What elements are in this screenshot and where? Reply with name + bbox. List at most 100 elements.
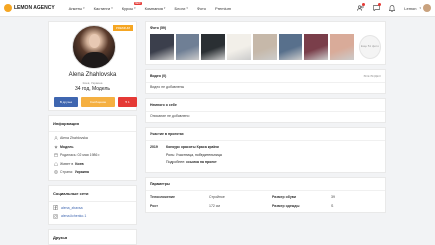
params-title: Параметры: [150, 181, 170, 186]
friends-title: Друзья: [49, 230, 136, 245]
social-link[interactable]: alena.lichenko.1: [61, 214, 86, 218]
menu-item-label: Premium: [215, 5, 232, 11]
social-row: alena_zbavsa: [49, 204, 136, 213]
menu-item[interactable]: Фото: [197, 6, 206, 11]
user-name: Lemon: [404, 5, 417, 11]
menu-item[interactable]: Блоги ▾: [174, 6, 187, 11]
user-menu[interactable]: Lemon ▾: [404, 4, 431, 12]
video-section: Видео (0) ВСЕ ВИДЕО Видео не добавлены: [145, 69, 386, 94]
user-avatar: [423, 4, 431, 12]
about-empty-text: Описание не добавлено: [146, 111, 385, 122]
photo-thumbnail[interactable]: [150, 34, 174, 60]
main-menu: Анкеты ▾ Кастинги ▾ Курсы ▾ NEW Компания ▾ Блоги ▾…: [69, 1, 231, 11]
param-value: 172 см: [209, 203, 220, 208]
social-section: Социальные сети alena_zbavsa alena.lichen…: [48, 184, 137, 225]
info-row: Страна: Украина: [49, 168, 136, 177]
menu-item[interactable]: Компания ▾: [145, 6, 166, 11]
menu-item[interactable]: Анкеты ▾: [69, 6, 85, 11]
lemon-logo-icon: [4, 4, 12, 12]
photo-thumbnail[interactable]: [227, 34, 251, 60]
social-title: Социальные сети: [49, 186, 136, 202]
instagram-icon[interactable]: [53, 213, 58, 219]
profile-location: Киев, Украина: [82, 81, 103, 85]
menu-item-label: Фото: [196, 5, 207, 11]
left-column: PREMIUM Alena Zhahlovska Киев, Украина 3…: [48, 21, 137, 225]
chevron-down-icon: ▾: [419, 6, 421, 10]
projects-section: Участие в проектах 2019 Конкурс красоты …: [145, 127, 386, 173]
globe-icon: [53, 170, 58, 175]
friends-section: Друзья: [48, 229, 137, 245]
right-column: Фото (59) Еще 51 фото Видео (0) ВСЕ ВИДЕ…: [145, 21, 386, 213]
menu-item[interactable]: Кастинги ▾: [94, 6, 113, 11]
project-details-label: Подробнее:: [166, 160, 187, 164]
menu-item-label: Блоги: [174, 5, 186, 11]
project-role: Роль: Участница, победительница: [166, 152, 222, 157]
chevron-down-icon: ▾: [111, 6, 113, 10]
info-row: Модель: [49, 143, 136, 152]
menu-item-label: Кастинги: [93, 5, 111, 11]
home-icon: [53, 161, 58, 166]
profile-name: Alena Zhahlovska: [68, 72, 117, 78]
info-row: Живет в Киев: [49, 160, 136, 169]
social-link[interactable]: alena_zbavsa: [61, 206, 83, 210]
photos-section: Фото (59) Еще 51 фото: [145, 21, 386, 65]
menu-item-label: Анкеты: [68, 5, 83, 11]
photo-thumbnail[interactable]: [175, 34, 200, 60]
param-label: Размер одежды: [272, 203, 300, 208]
info-section: Информация Alena Zhahlovska Модель Родилас…: [48, 115, 137, 181]
new-badge: NEW: [133, 1, 142, 5]
bell-icon[interactable]: [388, 4, 396, 12]
photo-thumbnail[interactable]: [278, 34, 303, 60]
heart-icon: ♥: [125, 100, 128, 104]
add-friend-button[interactable]: В друзья: [54, 97, 78, 107]
photo-thumbnail[interactable]: [304, 34, 329, 60]
param-label: Рост: [150, 203, 158, 208]
video-empty-text: Видео не добавлены: [146, 82, 385, 93]
info-row: Alena Zhahlovska: [49, 134, 136, 143]
chevron-down-icon: ▾: [134, 6, 136, 10]
photo-thumbnail[interactable]: [201, 34, 226, 60]
project-name: Конкурс красоты Краса країни: [166, 145, 219, 149]
logo-text: LEMON AGENCY: [14, 5, 55, 11]
all-videos-link[interactable]: ВСЕ ВИДЕО: [364, 74, 381, 78]
like-count: 1: [128, 100, 130, 104]
profile-avatar: [72, 25, 116, 69]
more-photos-button[interactable]: Еще 51 фото: [358, 35, 381, 59]
menu-item-label: Курсы: [121, 5, 134, 11]
notification-dot: [378, 3, 382, 6]
project-year: 2019: [150, 145, 158, 149]
logo[interactable]: LEMON AGENCY: [4, 4, 55, 12]
info-text: Alena Zhahlovska: [60, 136, 88, 141]
message-button[interactable]: Сообщение: [81, 97, 115, 107]
photo-thumbnail[interactable]: [330, 34, 354, 60]
params-section: Параметры Телосложение Стройное Размер обу…: [145, 176, 386, 213]
param-value: Стройное: [209, 194, 225, 199]
param-value: 39: [331, 194, 335, 199]
user-icon: [53, 136, 58, 141]
project-link[interactable]: ссылка на проект: [186, 160, 217, 164]
menu-item[interactable]: Курсы ▾ NEW: [121, 1, 142, 11]
chevron-down-icon: ▾: [186, 6, 188, 10]
param-label: Телосложение: [150, 194, 175, 199]
top-navbar: LEMON AGENCY Анкеты ▾ Кастинги ▾ Курсы ▾ NEW Ко…: [0, 0, 435, 17]
info-value: Киев: [75, 161, 84, 166]
chevron-down-icon: ▾: [163, 6, 166, 10]
like-button[interactable]: ♥ 1: [118, 97, 137, 107]
info-label: Страна:: [60, 170, 73, 175]
projects-title: Участие в проектах: [150, 132, 184, 136]
info-text: Родилась: 02 мая 1986 г.: [60, 153, 101, 158]
notification-dot: [362, 3, 366, 6]
info-value: Украина: [74, 170, 89, 175]
menu-item[interactable]: Premium: [215, 6, 231, 11]
info-label: Живет в: [60, 161, 74, 166]
star-icon: [53, 144, 58, 149]
about-section: Немного о себе Описание не добавлено: [145, 98, 386, 123]
photo-thumbnail[interactable]: [252, 34, 277, 60]
video-title: Видео (0): [150, 74, 167, 78]
param-label: Размер обуви: [272, 194, 297, 199]
info-text: Модель: [60, 144, 74, 149]
friends-icon[interactable]: [356, 3, 366, 12]
messages-icon[interactable]: [372, 3, 382, 12]
premium-badge: PREMIUM: [112, 25, 133, 31]
facebook-icon[interactable]: [53, 205, 58, 211]
